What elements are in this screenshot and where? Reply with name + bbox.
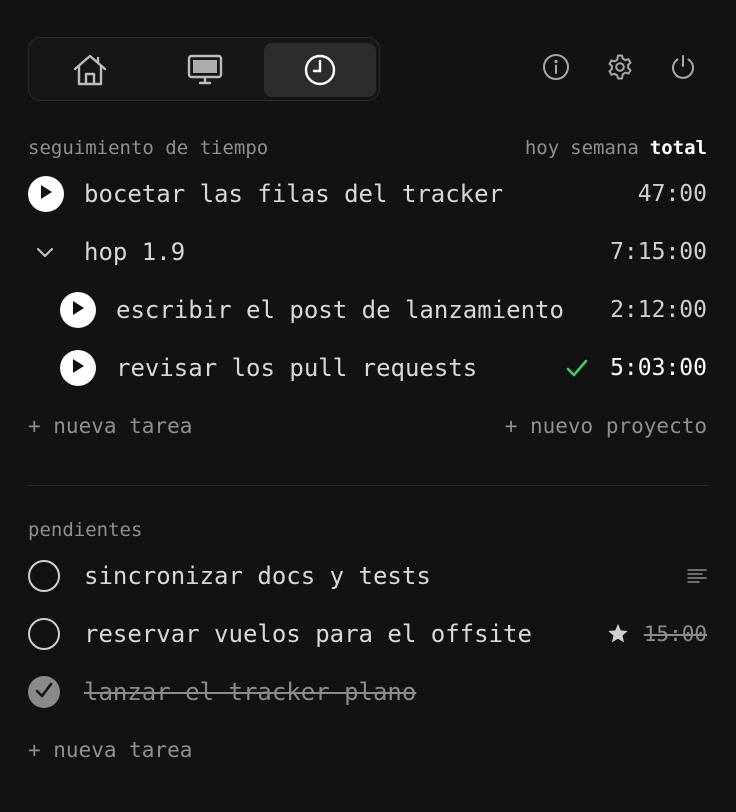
settings-button[interactable] — [604, 53, 636, 85]
check-icon — [35, 682, 53, 702]
todo-checkbox-checked[interactable] — [28, 676, 60, 708]
power-button[interactable] — [667, 53, 699, 85]
play-button[interactable] — [60, 350, 96, 386]
subtask-time: 2:12:00 — [610, 297, 707, 323]
range-tab-week[interactable]: semana — [570, 137, 639, 159]
todo-row: reservar vuelos para el offsite 15:00 — [0, 610, 736, 658]
task-row: bocetar las filas del tracker 47:00 — [0, 170, 736, 218]
star-icon[interactable] — [607, 623, 629, 648]
tab-home[interactable] — [34, 43, 146, 97]
todo-label[interactable]: reservar vuelos para el offsite — [84, 620, 532, 648]
subtask-time: 5:03:00 — [610, 355, 707, 381]
view-switcher — [28, 37, 380, 101]
todo-row-completed: lanzar el tracker plano — [0, 668, 736, 716]
section-title-pending: pendientes — [28, 519, 143, 541]
todo-label[interactable]: sincronizar docs y tests — [84, 562, 431, 590]
info-icon — [542, 53, 570, 85]
section-title-time-tracking: seguimiento de tiempo — [28, 137, 269, 159]
play-button[interactable] — [60, 292, 96, 328]
add-project-button[interactable]: + nuevo proyecto — [505, 414, 707, 438]
power-icon — [669, 53, 697, 85]
subtask-label[interactable]: escribir el post de lanzamiento — [116, 296, 564, 324]
subtask-row: revisar los pull requests 5:03:00 — [0, 344, 736, 392]
add-todo-button[interactable]: + nueva tarea — [28, 738, 192, 762]
subtask-row: escribir el post de lanzamiento 2:12:00 — [0, 286, 736, 334]
project-time: 7:15:00 — [610, 239, 707, 265]
tab-screen[interactable] — [149, 43, 261, 97]
gear-icon — [606, 53, 634, 85]
range-tabs: hoy semana total — [525, 137, 707, 159]
todo-checkbox[interactable] — [28, 560, 60, 592]
task-time: 47:00 — [637, 181, 707, 207]
play-icon — [39, 184, 53, 204]
checkmark-icon — [566, 358, 588, 382]
play-icon — [71, 358, 85, 378]
play-button[interactable] — [28, 176, 64, 212]
todo-estimate: 15:00 — [643, 622, 707, 646]
project-row: hop 1.9 7:15:00 — [0, 228, 736, 276]
todo-label[interactable]: lanzar el tracker plano — [84, 678, 416, 706]
range-tab-today[interactable]: hoy — [525, 137, 559, 159]
monitor-icon — [187, 54, 223, 86]
todo-row: sincronizar docs y tests — [0, 552, 736, 600]
notes-icon[interactable] — [687, 568, 707, 588]
info-button[interactable] — [540, 53, 572, 85]
section-divider — [28, 485, 708, 486]
chevron-down-icon[interactable] — [36, 244, 54, 263]
home-icon — [72, 53, 108, 87]
add-task-button[interactable]: + nueva tarea — [28, 414, 192, 438]
project-label[interactable]: hop 1.9 — [84, 238, 185, 266]
tab-time[interactable] — [264, 43, 376, 97]
clock-icon — [303, 53, 337, 87]
task-label[interactable]: bocetar las filas del tracker — [84, 180, 503, 208]
subtask-label[interactable]: revisar los pull requests — [116, 354, 477, 382]
todo-checkbox[interactable] — [28, 618, 60, 650]
range-tab-total[interactable]: total — [650, 137, 707, 159]
play-icon — [71, 300, 85, 320]
